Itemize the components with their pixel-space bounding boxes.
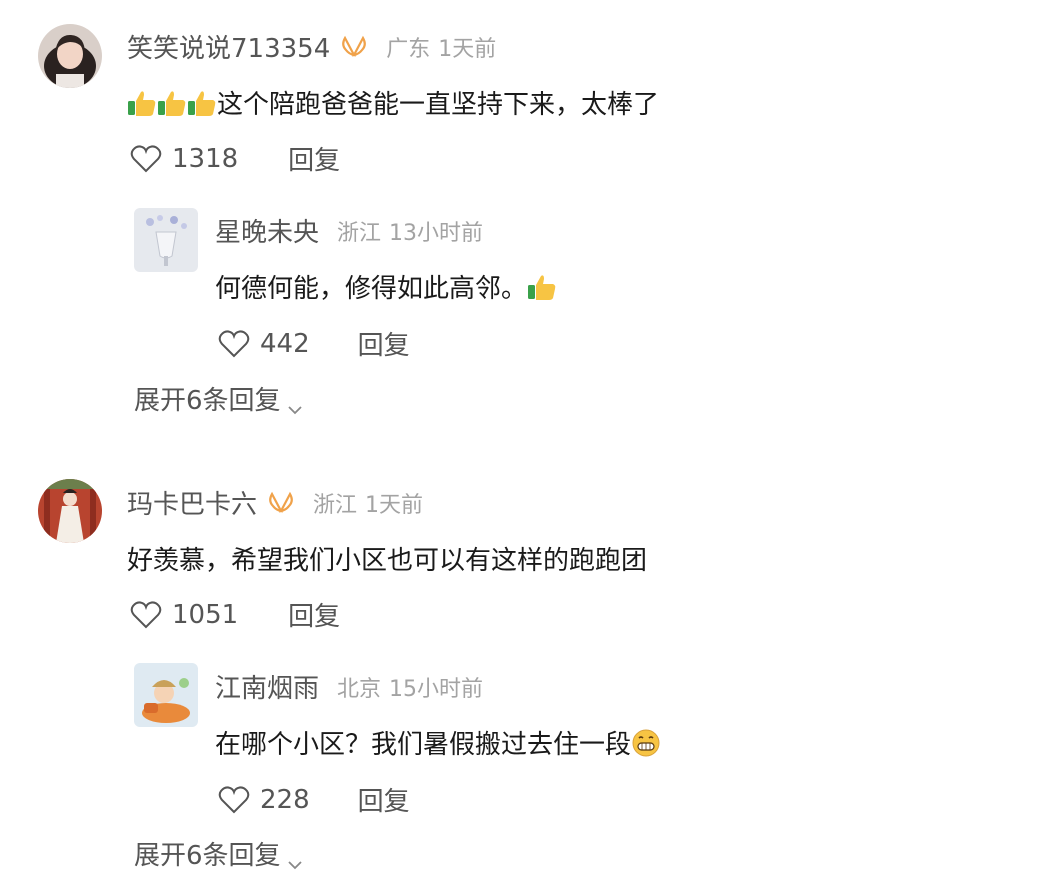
expand-label: 展开6条回复	[134, 841, 281, 871]
like-count: 1051	[172, 599, 239, 630]
like-count: 228	[260, 784, 310, 815]
expand-replies-button[interactable]: 展开6条回复	[134, 835, 303, 872]
reply-body: 在哪个小区？我们暑假搬过去住一段	[215, 730, 632, 760]
reply-timestamp: 15小时前	[389, 676, 484, 702]
user-avatar[interactable]	[38, 479, 102, 543]
heart-icon	[218, 785, 250, 815]
comment-actions: 1051 回复	[130, 596, 340, 633]
reply-text: 在哪个小区？我们暑假搬过去住一段	[215, 724, 661, 761]
like-button[interactable]: 1051	[130, 600, 238, 630]
butterfly-badge-icon	[267, 491, 295, 515]
grinning-face-icon	[631, 728, 661, 758]
like-button[interactable]: 228	[218, 785, 310, 815]
location-label: 浙江	[313, 492, 358, 518]
reply-username[interactable]: 江南烟雨	[215, 668, 319, 705]
reply-actions: 228 回复	[218, 781, 410, 818]
reply-location: 北京	[337, 676, 382, 702]
timestamp: 1天前	[365, 492, 424, 518]
heart-icon	[130, 600, 162, 630]
comment-text: 好羡慕，希望我们小区也可以有这样的跑跑团	[127, 540, 647, 577]
reply-meta: 江南烟雨 北京 15小时前	[215, 668, 483, 705]
comment-body: 好羡慕，希望我们小区也可以有这样的跑跑团	[127, 546, 648, 576]
username[interactable]: 玛卡巴卡六	[127, 484, 257, 521]
comment-2: 玛卡巴卡六 浙江 1天前 好羡慕，希望我们小区也可以有这样的跑跑团 1051 回…	[0, 0, 1050, 888]
comment-meta: 玛卡巴卡六 浙江 1天前	[127, 484, 423, 521]
reply-button[interactable]: 回复	[358, 781, 410, 818]
reply-button[interactable]: 回复	[288, 596, 340, 633]
chevron-down-icon	[287, 848, 303, 869]
reply-avatar[interactable]	[134, 663, 198, 727]
